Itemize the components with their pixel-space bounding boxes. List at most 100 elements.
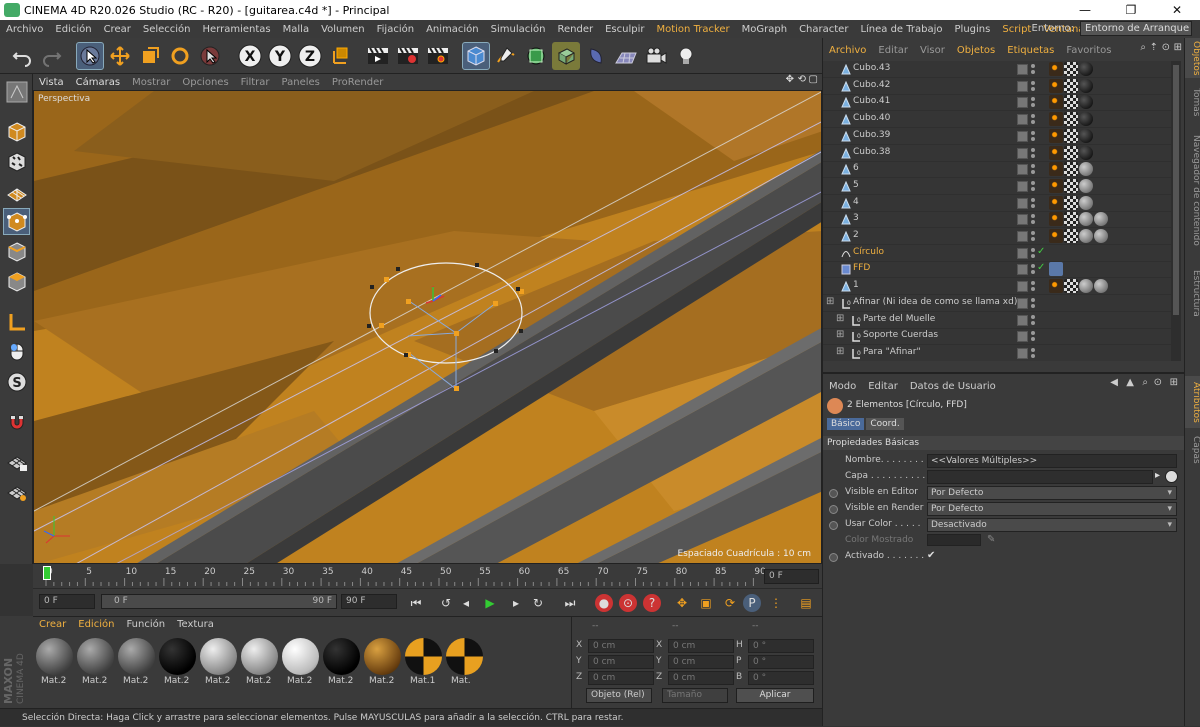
visibility-dots[interactable] <box>1031 347 1036 359</box>
material-swatch[interactable]: Mat.2 <box>322 637 361 686</box>
visibility-dots[interactable] <box>1031 130 1036 142</box>
side-tab-capas[interactable]: Capas <box>1185 432 1200 468</box>
visibility-dots[interactable] <box>1031 314 1036 326</box>
visibility-dots[interactable] <box>1031 63 1036 75</box>
minimize-button[interactable]: — <box>1062 0 1108 20</box>
axis-x-icon[interactable]: X <box>236 42 264 70</box>
start-frame-field[interactable]: 0 F <box>39 594 95 609</box>
material-swatch[interactable]: Mat.2 <box>199 637 238 686</box>
key-pla-icon[interactable]: ⋮ <box>767 594 785 612</box>
layer-toggle[interactable] <box>1017 314 1028 326</box>
property-text-field[interactable] <box>927 470 1153 484</box>
deformer-icon[interactable] <box>582 42 610 70</box>
layer-toggle[interactable] <box>1017 114 1028 126</box>
viewport-menu-c-maras[interactable]: Cámaras <box>70 77 126 88</box>
material-menu-edición[interactable]: Edición <box>72 619 120 633</box>
object-row[interactable]: Cubo.38 <box>823 145 1171 162</box>
coordinate-mode-dropdown[interactable]: Objeto (Rel) <box>586 688 652 703</box>
menu-archivo[interactable]: Archivo <box>0 24 49 35</box>
tag-icon[interactable] <box>1049 195 1063 210</box>
layer-toggle[interactable] <box>1017 97 1028 109</box>
object-row[interactable]: ⊞ 0 Parte del Muelle <box>823 312 1171 329</box>
coordinate-value-field[interactable]: 0 cm <box>588 671 654 685</box>
scroll-thumb[interactable] <box>1173 65 1179 315</box>
layer-toggle[interactable] <box>1017 147 1028 159</box>
coordinate-value-field[interactable]: 0 cm <box>668 639 734 653</box>
menu-edici-n[interactable]: Edición <box>49 24 97 35</box>
object-row[interactable]: 5 <box>823 178 1171 195</box>
go-to-end-icon[interactable]: ⏭ <box>561 594 579 612</box>
viewport-menu-vista[interactable]: Vista <box>33 77 70 88</box>
environment-dropdown[interactable]: Entorno de Arranque <box>1080 21 1192 36</box>
animate-radio[interactable] <box>829 489 838 498</box>
layer-toggle[interactable] <box>1017 281 1028 293</box>
extrude-generator-icon[interactable] <box>552 42 580 70</box>
timeline-ruler[interactable]: 051015202530354045505560657075808590 0 F <box>33 564 822 588</box>
layer-toggle[interactable] <box>1017 231 1028 242</box>
object-row[interactable]: Círculo ✓ <box>823 245 1171 262</box>
maximize-button[interactable]: ❐ <box>1108 0 1154 20</box>
property-dropdown[interactable]: Por Defecto <box>927 486 1177 500</box>
object-list-scrollbar[interactable] <box>1171 61 1181 361</box>
object-menu-visor[interactable]: Visor <box>914 45 951 56</box>
autokey-icon[interactable]: ⊙ <box>619 594 637 612</box>
snap-icon[interactable]: S <box>3 368 30 395</box>
side-tab-objetos[interactable]: Objetos <box>1185 38 1200 78</box>
tag-icon[interactable] <box>1049 279 1063 294</box>
close-button[interactable]: ✕ <box>1154 0 1200 20</box>
coordinate-value-field[interactable]: 0 cm <box>588 639 654 653</box>
texture-mode-icon[interactable] <box>3 148 30 175</box>
layer-toggle[interactable] <box>1017 197 1028 209</box>
navigate-icon[interactable]: ⇡ <box>1150 42 1158 53</box>
coordinate-value-field[interactable]: 0 ° <box>748 639 814 653</box>
enabled-check-icon[interactable]: ✓ <box>1037 262 1045 273</box>
object-row[interactable]: Cubo.42 <box>823 78 1171 95</box>
coordinate-size-dropdown[interactable]: Tamaño <box>662 688 728 703</box>
tag-icon[interactable] <box>1064 145 1078 160</box>
visibility-dots[interactable] <box>1031 263 1036 275</box>
visibility-dots[interactable] <box>1031 297 1036 309</box>
scale-tool-icon[interactable] <box>136 42 164 70</box>
menu-character[interactable]: Character <box>793 24 854 35</box>
object-menu-archivo[interactable]: Archivo <box>823 45 872 56</box>
layer-toggle[interactable] <box>1017 64 1028 75</box>
object-menu-editar[interactable]: Editar <box>872 45 914 56</box>
tag-icon[interactable] <box>1049 62 1063 76</box>
back-arrow-icon[interactable]: ◀ <box>1110 377 1118 388</box>
material-swatch[interactable]: Mat.2 <box>35 637 74 686</box>
current-frame-marker[interactable] <box>43 566 51 580</box>
enable-snap-magnet-icon[interactable] <box>3 408 30 435</box>
side-tab-tomas[interactable]: Tomas <box>1185 82 1200 122</box>
enabled-check-icon[interactable]: ✓ <box>1037 246 1045 257</box>
menu-simulaci-n[interactable]: Simulación <box>485 24 552 35</box>
attribute-menu-editar[interactable]: Editar <box>862 381 904 392</box>
tag-icon[interactable] <box>1064 279 1078 294</box>
menu-l-nea-de-trabajo[interactable]: Línea de Trabajo <box>854 24 948 35</box>
expand-toggle-icon[interactable]: ⊞ <box>836 329 844 340</box>
tag-icon[interactable] <box>1049 112 1063 127</box>
tag-icon[interactable] <box>1079 229 1093 243</box>
object-row[interactable]: 3 <box>823 211 1171 229</box>
layer-toggle[interactable] <box>1017 164 1028 176</box>
subdivision-surface-icon[interactable] <box>522 42 550 70</box>
animate-radio[interactable] <box>829 553 838 562</box>
key-position-icon[interactable]: ✥ <box>673 594 691 612</box>
tag-icon[interactable] <box>1049 95 1063 110</box>
viewport-menu-filtrar[interactable]: Filtrar <box>235 77 276 88</box>
tag-icon[interactable] <box>1079 178 1093 193</box>
tag-icon[interactable] <box>1064 112 1078 127</box>
material-swatch[interactable]: Mat.2 <box>76 637 115 686</box>
make-editable-icon[interactable] <box>3 78 30 105</box>
scheme-settings-icon[interactable]: ▤ <box>797 594 815 612</box>
layer-toggle[interactable] <box>1017 80 1028 92</box>
render-view-icon[interactable] <box>364 42 392 70</box>
property-dropdown[interactable]: Por Defecto <box>927 502 1177 516</box>
viewport-menu-mostrar[interactable]: Mostrar <box>126 77 176 88</box>
color-picker-icon[interactable]: ✎ <box>987 534 995 545</box>
menu-herramientas[interactable]: Herramientas <box>197 24 277 35</box>
material-menu-crear[interactable]: Crear <box>33 619 72 633</box>
tab-coord-[interactable]: Coord. <box>866 418 904 430</box>
attribute-menu-datos-de-usuario[interactable]: Datos de Usuario <box>904 381 1002 392</box>
next-key-icon[interactable]: ↻ <box>529 594 547 612</box>
object-row[interactable]: Cubo.40 <box>823 111 1171 129</box>
